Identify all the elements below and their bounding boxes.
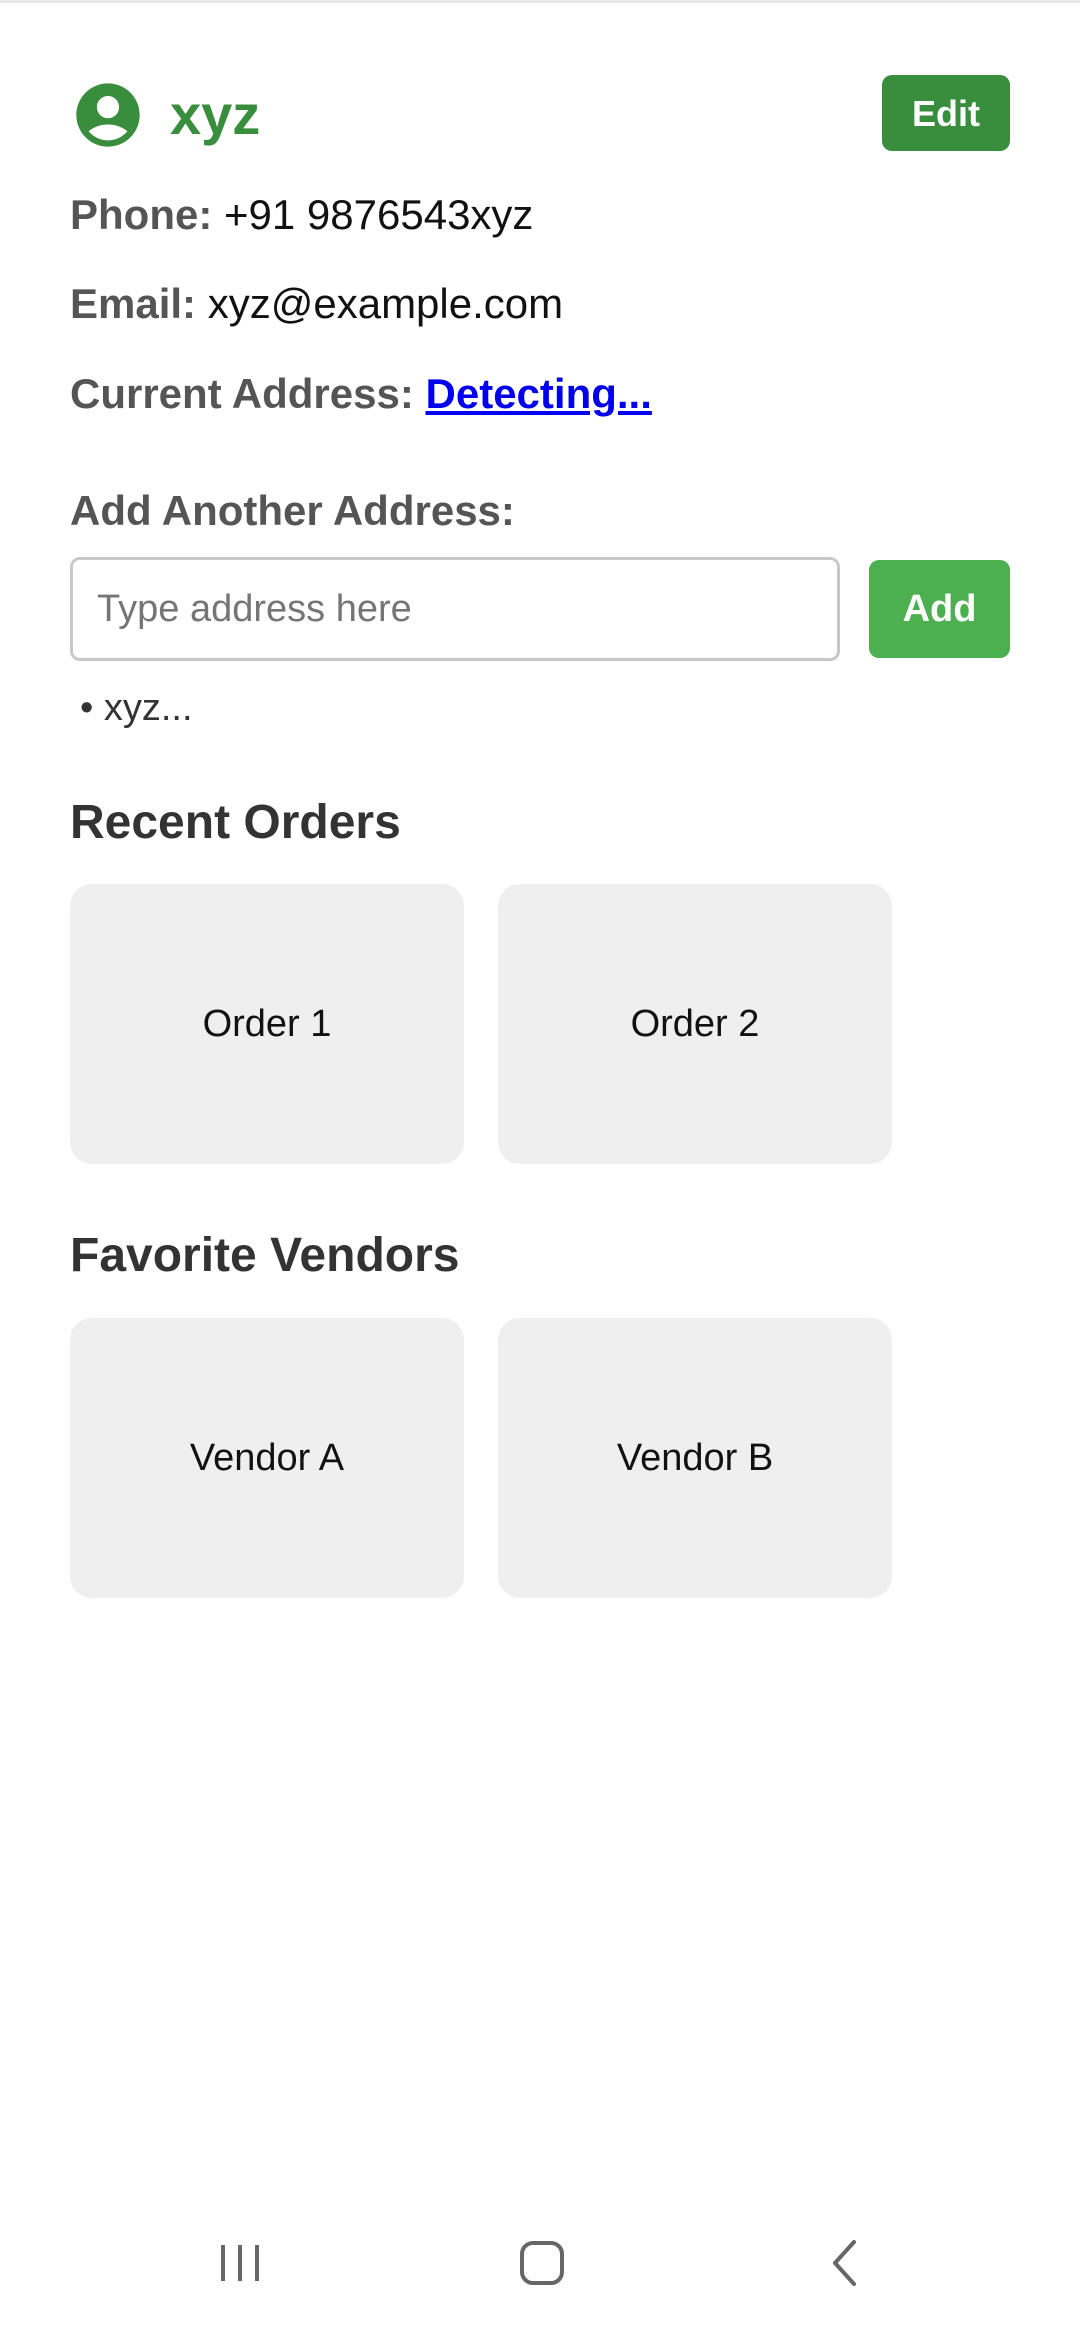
current-address-row: Current Address: Detecting... [70, 366, 652, 422]
order-card[interactable]: Order 1 [70, 884, 464, 1164]
vendor-card[interactable]: Vendor B [498, 1318, 892, 1598]
favorite-vendors-heading: Favorite Vendors [70, 1229, 460, 1282]
recents-icon [221, 2245, 259, 2281]
phone-label: Phone: [70, 191, 213, 238]
recents-button[interactable] [180, 2200, 300, 2326]
vendor-card[interactable]: Vendor A [70, 1318, 464, 1598]
add-address-label: Add Another Address: [70, 487, 515, 534]
current-address-label: Current Address: [70, 370, 414, 417]
edit-button[interactable]: Edit [882, 75, 1010, 151]
recent-orders-heading: Recent Orders [70, 796, 401, 849]
phone-row: Phone: +91 9876543xyz [70, 187, 533, 243]
system-navigation-bar [0, 2200, 1080, 2326]
home-button[interactable] [482, 2200, 602, 2326]
home-icon [520, 2241, 564, 2285]
profile-header: xyz Edit [70, 70, 1010, 160]
back-icon [833, 2240, 856, 2286]
status-bar-edge [0, 0, 1080, 3]
saved-address-item: • xyz... [80, 687, 193, 729]
phone-value: +91 9876543xyz [224, 191, 534, 238]
profile-name: xyz [170, 83, 261, 146]
current-address-link[interactable]: Detecting... [426, 370, 652, 417]
email-value: xyz@example.com [207, 280, 564, 327]
email-label: Email: [70, 280, 197, 327]
add-address-button[interactable]: Add [869, 560, 1010, 658]
account-circle-icon [76, 83, 140, 147]
back-button[interactable] [786, 2200, 906, 2326]
email-row: Email: xyz@example.com [70, 276, 563, 332]
order-card[interactable]: Order 2 [498, 884, 892, 1164]
profile-page: xyz Edit Phone: +91 9876543xyz Email: xy… [0, 0, 1080, 2326]
address-input[interactable] [70, 557, 840, 661]
